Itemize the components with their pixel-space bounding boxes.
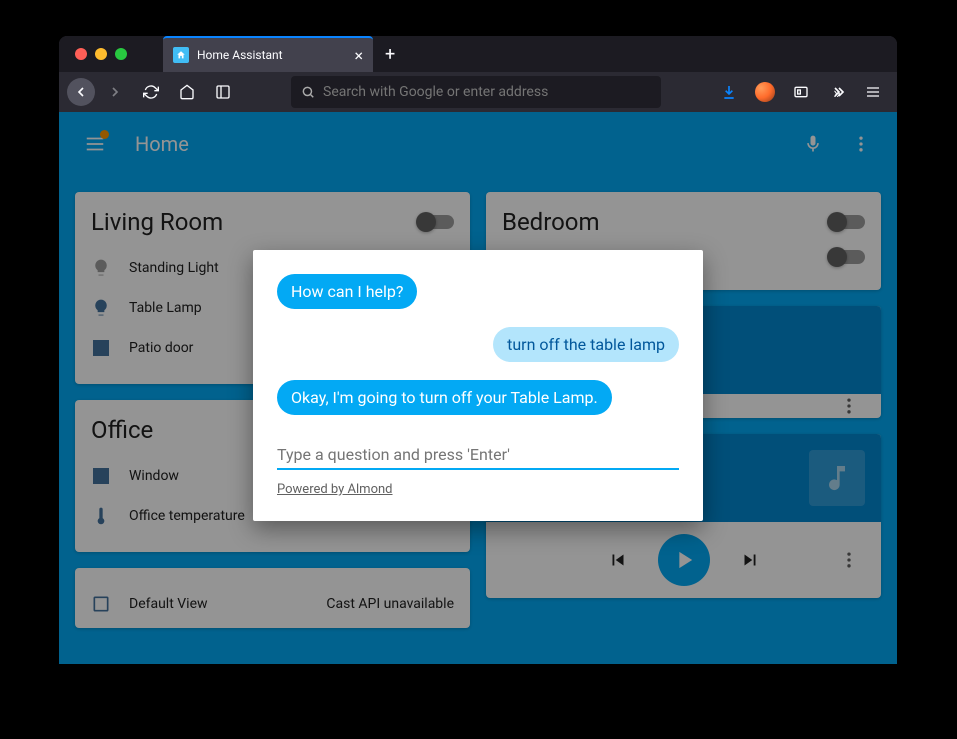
new-tab-button[interactable]: + bbox=[381, 40, 399, 69]
media-menu-button[interactable] bbox=[829, 386, 869, 418]
window-icon bbox=[91, 466, 111, 486]
library-button[interactable] bbox=[207, 76, 239, 108]
app-menu-button[interactable] bbox=[857, 76, 889, 108]
card-title: Bedroom bbox=[502, 208, 600, 236]
previous-track-button[interactable] bbox=[598, 540, 638, 580]
avatar-icon bbox=[755, 82, 775, 102]
lightbulb-icon bbox=[91, 258, 111, 278]
default-view-card: Default View Cast API unavailable bbox=[75, 568, 470, 628]
address-bar[interactable] bbox=[291, 76, 661, 108]
downloads-button[interactable] bbox=[713, 76, 745, 108]
chat-input-container bbox=[277, 445, 679, 470]
app-header: Home bbox=[59, 112, 897, 176]
search-icon bbox=[301, 85, 315, 99]
overflow-button[interactable]: » bbox=[821, 76, 853, 108]
living-room-toggle[interactable] bbox=[418, 215, 454, 229]
voice-assistant-dialog: How can I help? turn off the table lamp … bbox=[253, 250, 703, 521]
powered-by-link[interactable]: Powered by Almond bbox=[277, 482, 393, 497]
chat-message-user: turn off the table lamp bbox=[493, 327, 679, 362]
close-window-button[interactable] bbox=[75, 48, 87, 60]
card-title: Living Room bbox=[91, 208, 223, 236]
browser-toolbar: » bbox=[59, 72, 897, 112]
play-button[interactable] bbox=[658, 534, 710, 586]
browser-titlebar: Home Assistant × + bbox=[59, 36, 897, 72]
overflow-menu-button[interactable] bbox=[841, 124, 881, 164]
toolbar-right: » bbox=[713, 76, 889, 108]
chat-message-bot: Okay, I'm going to turn off your Table L… bbox=[277, 380, 612, 415]
entity-name: Default View bbox=[129, 596, 308, 612]
entity-row[interactable]: Default View Cast API unavailable bbox=[91, 584, 454, 624]
album-art-icon bbox=[809, 450, 865, 506]
bedroom-toggle[interactable] bbox=[829, 215, 865, 229]
minimize-window-button[interactable] bbox=[95, 48, 107, 60]
door-icon bbox=[91, 338, 111, 358]
voice-button[interactable] bbox=[793, 124, 833, 164]
tab-title: Home Assistant bbox=[197, 48, 346, 62]
back-button[interactable] bbox=[67, 78, 95, 106]
lightbulb-icon bbox=[91, 298, 111, 318]
media-menu-button[interactable] bbox=[829, 540, 869, 580]
menu-button[interactable] bbox=[75, 124, 115, 164]
maximize-window-button[interactable] bbox=[115, 48, 127, 60]
container-button[interactable] bbox=[785, 76, 817, 108]
media-controls bbox=[486, 522, 881, 598]
tab-close-button[interactable]: × bbox=[354, 46, 363, 65]
thermometer-icon bbox=[91, 506, 111, 526]
entity-toggle[interactable] bbox=[829, 250, 865, 264]
reload-button[interactable] bbox=[135, 76, 167, 108]
tab-favicon-icon bbox=[173, 47, 189, 63]
forward-button[interactable] bbox=[99, 76, 131, 108]
notification-dot-icon bbox=[100, 130, 109, 139]
entity-value: Cast API unavailable bbox=[326, 596, 454, 612]
card-title: Office bbox=[91, 416, 153, 444]
window-controls bbox=[59, 48, 127, 60]
address-input[interactable] bbox=[323, 84, 651, 100]
page-title: Home bbox=[135, 132, 189, 156]
chat-message-bot: How can I help? bbox=[277, 274, 417, 309]
browser-tab[interactable]: Home Assistant × bbox=[163, 36, 373, 72]
home-button[interactable] bbox=[171, 76, 203, 108]
account-button[interactable] bbox=[749, 76, 781, 108]
header-actions bbox=[793, 124, 881, 164]
view-icon bbox=[91, 594, 111, 614]
next-track-button[interactable] bbox=[730, 540, 770, 580]
chat-input[interactable] bbox=[277, 445, 679, 464]
chat-log: How can I help? turn off the table lamp … bbox=[277, 274, 679, 415]
